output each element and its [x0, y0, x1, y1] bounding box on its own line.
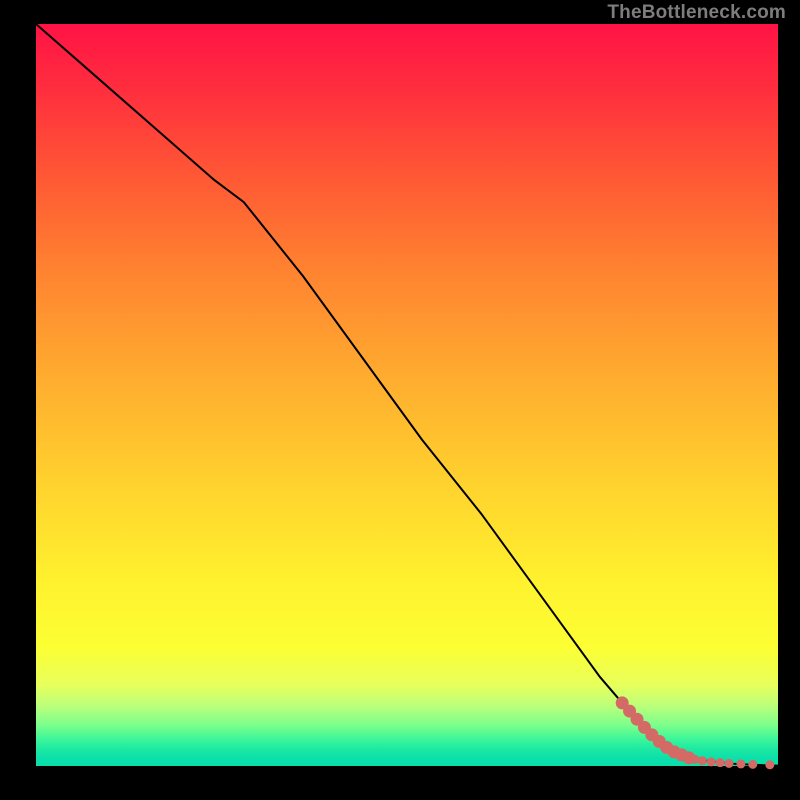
plot-area: [36, 24, 778, 766]
bottleneck-curve-path: [36, 24, 778, 766]
data-point: [765, 760, 774, 769]
data-point: [707, 757, 716, 766]
watermark-text: TheBottleneck.com: [607, 2, 786, 24]
chart-frame: TheBottleneck.com: [0, 0, 800, 800]
data-point: [725, 759, 734, 768]
data-point: [716, 758, 725, 767]
data-point: [736, 759, 745, 768]
data-point: [690, 755, 699, 764]
chart-svg: [36, 24, 778, 766]
data-point: [698, 756, 707, 765]
data-point: [748, 760, 757, 769]
